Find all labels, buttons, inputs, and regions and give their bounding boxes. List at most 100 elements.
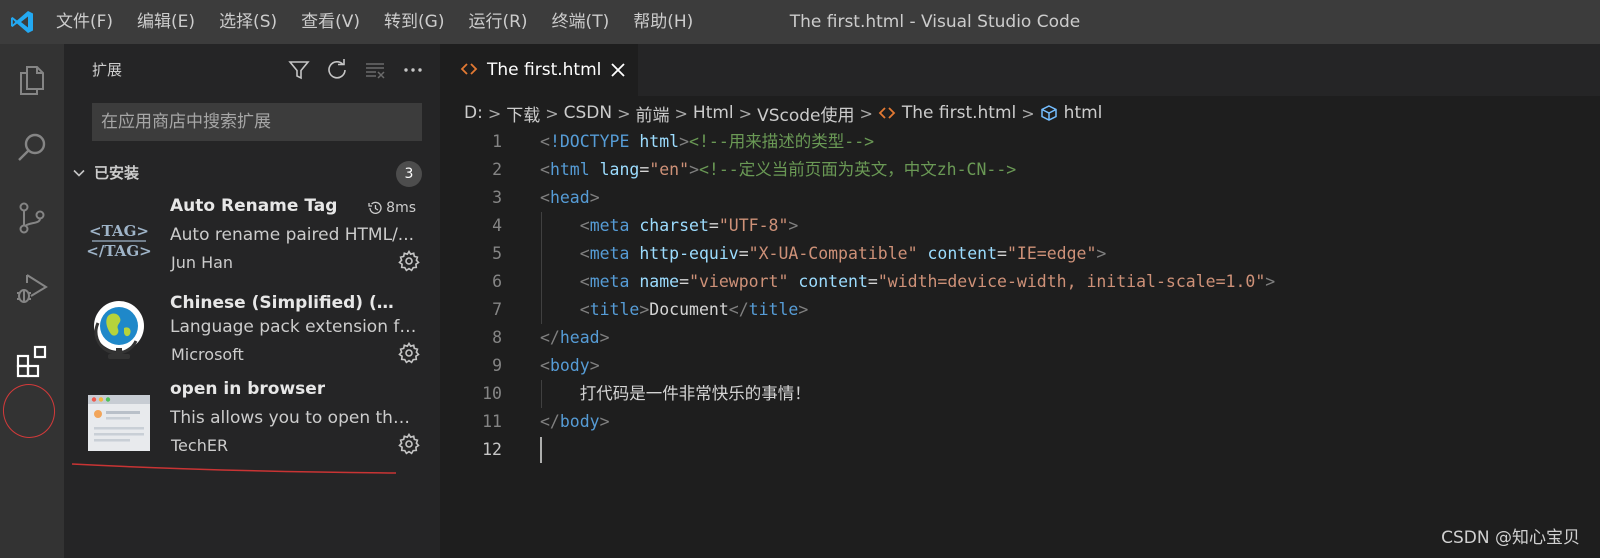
menu-bar: 文件(F) 编辑(E) 选择(S) 查看(V) 转到(G) 运行(R) 终端(T…: [44, 0, 705, 44]
chevron-down-icon: [70, 158, 88, 188]
chevron-right-icon: >: [1021, 103, 1035, 123]
filter-icon[interactable]: [286, 57, 312, 83]
menu-run[interactable]: 运行(R): [456, 0, 539, 44]
extension-name: Chinese (Simplified) (简...: [170, 293, 402, 313]
run-debug-icon[interactable]: [0, 256, 64, 320]
indent-guide: [541, 380, 542, 408]
activation-time-value: 8ms: [386, 200, 416, 216]
menu-file[interactable]: 文件(F): [44, 0, 125, 44]
chevron-right-icon: >: [738, 103, 753, 123]
code-text: <!DOCTYPE html><!--用来描述的类型-->: [540, 132, 875, 151]
menu-selection[interactable]: 选择(S): [207, 0, 289, 44]
code-text: <body>: [540, 356, 600, 375]
line-number: 12: [482, 440, 502, 459]
line-number: 3: [492, 188, 502, 207]
code-line[interactable]: 11 </body>: [440, 408, 1600, 436]
chevron-right-icon: >: [617, 103, 631, 123]
code-line[interactable]: 4 <meta charset="UTF-8">: [440, 212, 1600, 240]
chevron-right-icon: >: [674, 103, 688, 123]
line-number: 6: [492, 272, 502, 291]
html-file-icon: [878, 104, 896, 122]
sidebar-title: 扩展: [92, 61, 123, 79]
extension-item-open-in-browser[interactable]: open in browser This allows you to open …: [64, 375, 440, 465]
installed-section-title: 已安装: [94, 164, 140, 182]
extension-publisher: Microsoft: [171, 345, 244, 364]
code-text: <html lang="en"><!--定义当前页面为英文，中文zh-CN-->: [540, 160, 1017, 179]
code-line[interactable]: 3 <head>: [440, 184, 1600, 212]
extension-description: This allows you to open the ...: [170, 408, 420, 428]
tab-the-first-html[interactable]: The first.html: [440, 44, 638, 96]
code-line[interactable]: 9 <body>: [440, 352, 1600, 380]
line-number: 4: [492, 216, 502, 235]
line-number: 10: [482, 384, 502, 403]
code-line[interactable]: 10 打代码是一件非常快乐的事情！: [440, 380, 1600, 408]
menu-help[interactable]: 帮助(H): [621, 0, 705, 44]
code-line[interactable]: 6 <meta name="viewport" content="width=d…: [440, 268, 1600, 296]
code-text: <meta http-equiv="X-UA-Compatible" conte…: [579, 244, 1107, 263]
code-editor[interactable]: 1 <!DOCTYPE html><!--用来描述的类型--> 2 <html lan…: [440, 128, 1600, 558]
globe-logo-icon: [86, 298, 152, 364]
extensions-sidebar: 扩展 已安装 3 <TAG>: [64, 44, 440, 558]
gear-icon[interactable]: [398, 432, 420, 455]
breadcrumb-item[interactable]: html: [1064, 103, 1103, 123]
code-text: </body>: [540, 412, 610, 431]
menu-view[interactable]: 查看(V): [289, 0, 372, 44]
code-line[interactable]: 1 <!DOCTYPE html><!--用来描述的类型-->: [440, 128, 1600, 156]
breadcrumb-item[interactable]: The first.html: [902, 103, 1016, 123]
activity-bar: [0, 44, 64, 558]
menu-terminal[interactable]: 终端(T): [540, 0, 622, 44]
chevron-right-icon: >: [545, 103, 559, 123]
extension-description: Auto rename paired HTML/...: [170, 225, 415, 245]
gear-icon[interactable]: [398, 249, 420, 272]
line-number: 5: [492, 244, 502, 263]
source-control-icon[interactable]: [0, 186, 64, 250]
extension-item-chinese-language-pack[interactable]: Chinese (Simplified) (简... Language pack…: [64, 284, 440, 374]
extension-name: open in browser: [170, 379, 326, 399]
breadcrumb-item[interactable]: Html: [693, 103, 734, 123]
extensions-icon[interactable]: [0, 330, 64, 394]
code-line[interactable]: 12: [440, 436, 1600, 464]
menu-go[interactable]: 转到(G): [372, 0, 456, 44]
search-icon[interactable]: [0, 116, 64, 180]
chevron-right-icon: >: [859, 103, 873, 123]
breadcrumb-item[interactable]: VScode使用: [757, 101, 854, 126]
code-line[interactable]: 2 <html lang="en"><!--定义当前页面为英文，中文zh-CN--…: [440, 156, 1600, 184]
gear-icon[interactable]: [398, 341, 420, 364]
extension-publisher: Jun Han: [171, 253, 234, 272]
breadcrumb-item[interactable]: 下载: [506, 101, 540, 126]
code-line[interactable]: 5 <meta http-equiv="X-UA-Compatible" con…: [440, 240, 1600, 268]
line-number: 8: [492, 328, 502, 347]
code-text: <head>: [540, 188, 600, 207]
html-file-icon: [460, 60, 478, 78]
code-text: <meta name="viewport" content="width=dev…: [579, 272, 1276, 291]
breadcrumb: D: > 下载 > CSDN > 前端 > Html > VScode使用 > …: [440, 96, 1600, 130]
refresh-icon[interactable]: [324, 57, 350, 83]
extension-description: Language pack extension fo...: [170, 317, 420, 337]
close-icon[interactable]: [608, 60, 628, 80]
menu-edit[interactable]: 编辑(E): [125, 0, 207, 44]
extension-item-auto-rename-tag[interactable]: <TAG> </TAG> Auto Rename Tag 8ms Auto re…: [64, 192, 440, 282]
code-line[interactable]: 8 </head>: [440, 324, 1600, 352]
breadcrumb-item[interactable]: D:: [464, 103, 483, 123]
code-line[interactable]: 7 <title>Document</title>: [440, 296, 1600, 324]
symbol-element-icon: [1040, 104, 1058, 122]
more-icon[interactable]: [400, 57, 426, 83]
activation-time: 8ms: [367, 200, 416, 216]
code-text: <title>Document</title>: [579, 300, 809, 319]
line-number: 7: [492, 300, 502, 319]
svg-text:<TAG>: <TAG>: [89, 222, 149, 240]
line-number: 9: [492, 356, 502, 375]
auto-rename-tag-logo-icon: <TAG> </TAG>: [86, 206, 152, 272]
extension-search-input[interactable]: [93, 104, 421, 140]
vscode-logo-icon: [0, 0, 44, 44]
explorer-icon[interactable]: [0, 48, 64, 112]
installed-count-badge: 3: [396, 161, 422, 187]
code-text: </head>: [540, 328, 610, 347]
tab-label: The first.html: [487, 60, 602, 80]
line-number: 2: [492, 160, 502, 179]
breadcrumb-item[interactable]: 前端: [636, 101, 670, 126]
extension-search-box: [92, 103, 422, 141]
installed-section-header[interactable]: 已安装 3: [64, 158, 440, 188]
breadcrumb-item[interactable]: CSDN: [564, 103, 612, 123]
clear-icon[interactable]: [362, 57, 388, 83]
